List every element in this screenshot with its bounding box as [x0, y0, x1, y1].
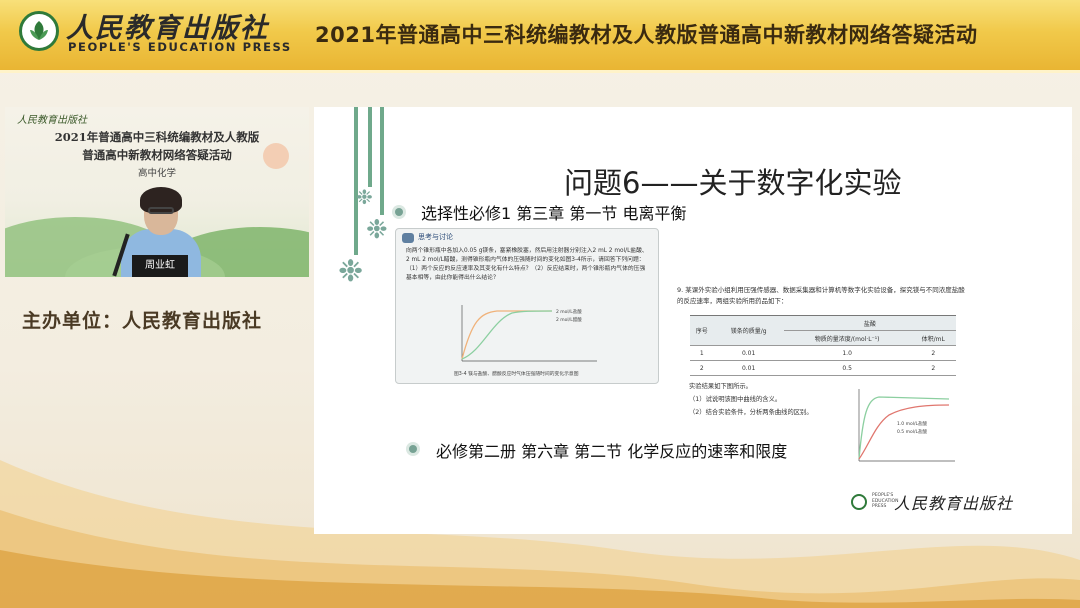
table-header-group: 盐酸 — [783, 315, 956, 331]
pressure-time-chart: 2 mol/L盐酸 2 mol/L醋酸 — [461, 305, 597, 362]
excerpt-caption: 图3-4 镁与盐酸、醋酸反应时气体压强随时间的变化示意图 — [454, 372, 579, 377]
flower-ornament-icon: ❉ — [366, 215, 388, 245]
flower-ornament-icon: ❉ — [356, 185, 373, 209]
table-cell: 0.01 — [713, 345, 784, 361]
decorative-line — [368, 107, 372, 187]
backdrop-title-line1: 2021年普通高中三科统编教材及人教版 — [54, 130, 260, 144]
flower-ornament-icon: ❉ — [338, 254, 364, 289]
logo-english-name: PEOPLE'S EDUCATION PRESS — [68, 40, 292, 54]
bullet-icon — [395, 208, 403, 216]
excerpt-text: 向两个锥形瓶中各加入0.05 g镁条，塞紧橡胶塞，然后用注射器分别注入2 mL … — [406, 248, 648, 281]
reaction-curve-chart: 1.0 mol/L盐酸 0.5 mol/L盐酸 — [858, 389, 955, 462]
bullet-icon — [409, 445, 417, 453]
organizer-label: 主办单位：人民教育出版社 — [22, 310, 263, 332]
table-row: 2 0.01 0.5 2 — [690, 360, 956, 376]
speaker-video-feed: 人民教育出版社 2021年普通高中三科统编教材及人教版 普通高中新教材网络答疑活… — [5, 107, 309, 277]
exercise-subquestion-1: （1）试说明该图中曲线的含义。 — [689, 396, 782, 403]
speaker-glasses — [148, 207, 174, 214]
decorative-line — [354, 107, 358, 255]
exercise-result: 实验结果如下图所示。 — [689, 383, 752, 390]
excerpt-heading: 思考与讨论 — [418, 233, 453, 241]
pep-logo-icon — [851, 494, 867, 510]
bullet-textbook-1: 选择性必修1 第三章 第一节 电离平衡 — [421, 204, 687, 223]
backdrop-subject: 高中化学 — [137, 168, 176, 179]
backdrop-title-line2: 普通高中新教材网络答疑活动 — [82, 148, 232, 162]
reagent-table: 序号 镁条的质量/g 盐酸 物质的量浓度/(mol·L⁻¹) 体积/mL 1 0… — [690, 315, 956, 376]
decorative-line — [380, 107, 384, 215]
legend-label-b: 0.5 mol/L盐酸 — [897, 428, 927, 435]
exercise-question: 9. 某课外实验小组利用压强传感器、数据采集器和计算机等数字化实验设备，探究镁与… — [677, 286, 965, 305]
table-header: 镁条的质量/g — [713, 315, 784, 346]
header-banner: 人民教育出版社 PEOPLE'S EDUCATION PRESS 2021年普通… — [0, 0, 1080, 73]
table-header: 体积/mL — [910, 330, 956, 346]
legend-label-a: 1.0 mol/L盐酸 — [897, 420, 927, 427]
event-title: 2021年普通高中三科统编教材及人教版普通高中新教材网络答疑活动 — [315, 23, 978, 47]
bullet-textbook-2: 必修第二册 第六章 第二节 化学反应的速率和限度 — [436, 442, 788, 461]
table-row: 1 0.01 1.0 2 — [690, 345, 956, 361]
table-cell: 1.0 — [783, 345, 911, 361]
table-header: 物质的量浓度/(mol·L⁻¹) — [783, 330, 911, 346]
textbook-excerpt-1: 思考与讨论 向两个锥形瓶中各加入0.05 g镁条，塞紧橡胶塞，然后用注射器分别注… — [395, 228, 659, 384]
legend-label-a: 2 mol/L盐酸 — [556, 308, 582, 315]
legend-label-b: 2 mol/L醋酸 — [556, 316, 582, 323]
table-cell: 2 — [910, 345, 956, 361]
table-cell: 2 — [910, 360, 956, 376]
table-cell: 1 — [690, 345, 714, 361]
table-cell: 2 — [690, 360, 714, 376]
exercise-subquestion-2: （2）结合实验条件，分析两条曲线的区别。 — [689, 409, 813, 416]
pep-logo-icon — [19, 11, 59, 51]
publisher-chinese: 人民教育出版社 — [894, 494, 1014, 513]
table-cell: 0.5 — [783, 360, 911, 376]
slide-title: 问题6——关于数字化实验 — [564, 166, 902, 200]
table-cell: 0.01 — [713, 360, 784, 376]
backdrop-brand: 人民教育出版社 — [17, 115, 87, 126]
speaker-nameplate: 周业虹 — [132, 255, 188, 277]
discussion-icon — [402, 233, 414, 243]
presentation-slide: ❉ ❉ ❉ 问题6——关于数字化实验 选择性必修1 第三章 第一节 电离平衡 思… — [314, 107, 1072, 534]
table-header: 序号 — [690, 315, 714, 346]
